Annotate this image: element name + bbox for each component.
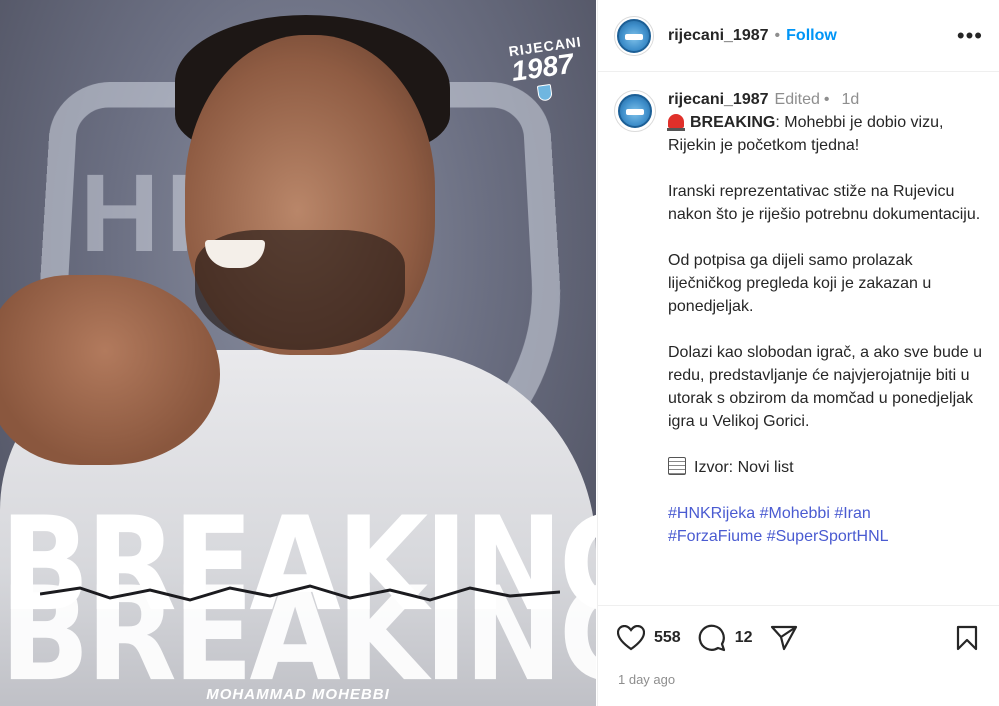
hashtag-link[interactable]: #ForzaFiume	[668, 528, 762, 545]
breaking-label: BREAKING	[690, 114, 776, 131]
hashtag-link[interactable]: #HNKRijeka	[668, 505, 755, 522]
document-icon	[668, 457, 686, 475]
edited-label: Edited	[774, 91, 820, 108]
post-side-panel: rijecani_1987 • Follow ••• rijecani_1987…	[597, 0, 999, 706]
bookmark-icon[interactable]	[952, 623, 982, 653]
hashtag-link[interactable]: #Iran	[834, 505, 870, 522]
post-caption: rijecani_1987 Edited • 1d BREAKING: Mohe…	[598, 72, 999, 609]
caption-meta: rijecani_1987 Edited • 1d	[668, 88, 983, 111]
follow-button[interactable]: Follow	[786, 27, 837, 45]
caption-avatar[interactable]	[614, 90, 656, 132]
heart-icon[interactable]	[616, 623, 646, 653]
club-avatar-icon	[618, 94, 652, 128]
header-username[interactable]: rijecani_1987	[668, 27, 769, 45]
siren-icon	[667, 114, 685, 131]
hashtag-list: #HNKRijeka #Mohebbi #Iran #ForzaFiume #S…	[668, 502, 983, 548]
caption-separator: •	[823, 91, 830, 108]
caption-source: Izvor: Novi list	[668, 456, 983, 479]
club-logo: RIJECANI 1987	[508, 33, 583, 109]
caption-paragraph-4: Dolazi kao slobodan igrač, a ako sve bud…	[668, 344, 982, 430]
crack-line	[40, 584, 560, 602]
caption-username[interactable]: rijecani_1987	[668, 88, 769, 111]
club-avatar-icon	[617, 18, 651, 53]
hashtag-link[interactable]: #Mohebbi	[760, 505, 830, 522]
caption-paragraph-3: Od potpisa ga dijeli samo prolazak liječ…	[668, 252, 932, 315]
comment-icon[interactable]	[697, 623, 727, 653]
club-shield-icon	[536, 83, 553, 102]
player-name-caption: MOHAMMAD MOHEBBI	[206, 686, 390, 703]
caption-timestamp[interactable]: 1d	[842, 88, 860, 111]
source-text: Izvor: Novi list	[694, 459, 794, 476]
post-header: rijecani_1987 • Follow •••	[598, 0, 999, 72]
club-logo-year: 1987	[509, 47, 576, 88]
header-separator: •	[774, 26, 781, 44]
post-actions: 558 12 1 day ago	[598, 605, 999, 706]
more-options-icon[interactable]: •••	[957, 24, 983, 47]
caption-body: rijecani_1987 Edited • 1d BREAKING: Mohe…	[667, 88, 983, 609]
post-image[interactable]: HNK RIJECANI 1987 BREAKING BREAKING MOHA…	[0, 0, 596, 706]
caption-paragraph-1: BREAKING: Mohebbi je dobio vizu, Rijekin…	[667, 111, 983, 157]
comment-count[interactable]: 12	[735, 629, 753, 647]
hashtag-link[interactable]: #SuperSportHNL	[767, 528, 889, 545]
action-bar: 558 12	[616, 620, 982, 656]
caption-paragraph-2: Iranski reprezentativac stiže na Rujevic…	[668, 183, 981, 223]
share-icon[interactable]	[769, 623, 799, 653]
like-count[interactable]: 558	[654, 629, 681, 647]
avatar[interactable]	[614, 15, 654, 56]
post-date[interactable]: 1 day ago	[618, 672, 982, 687]
